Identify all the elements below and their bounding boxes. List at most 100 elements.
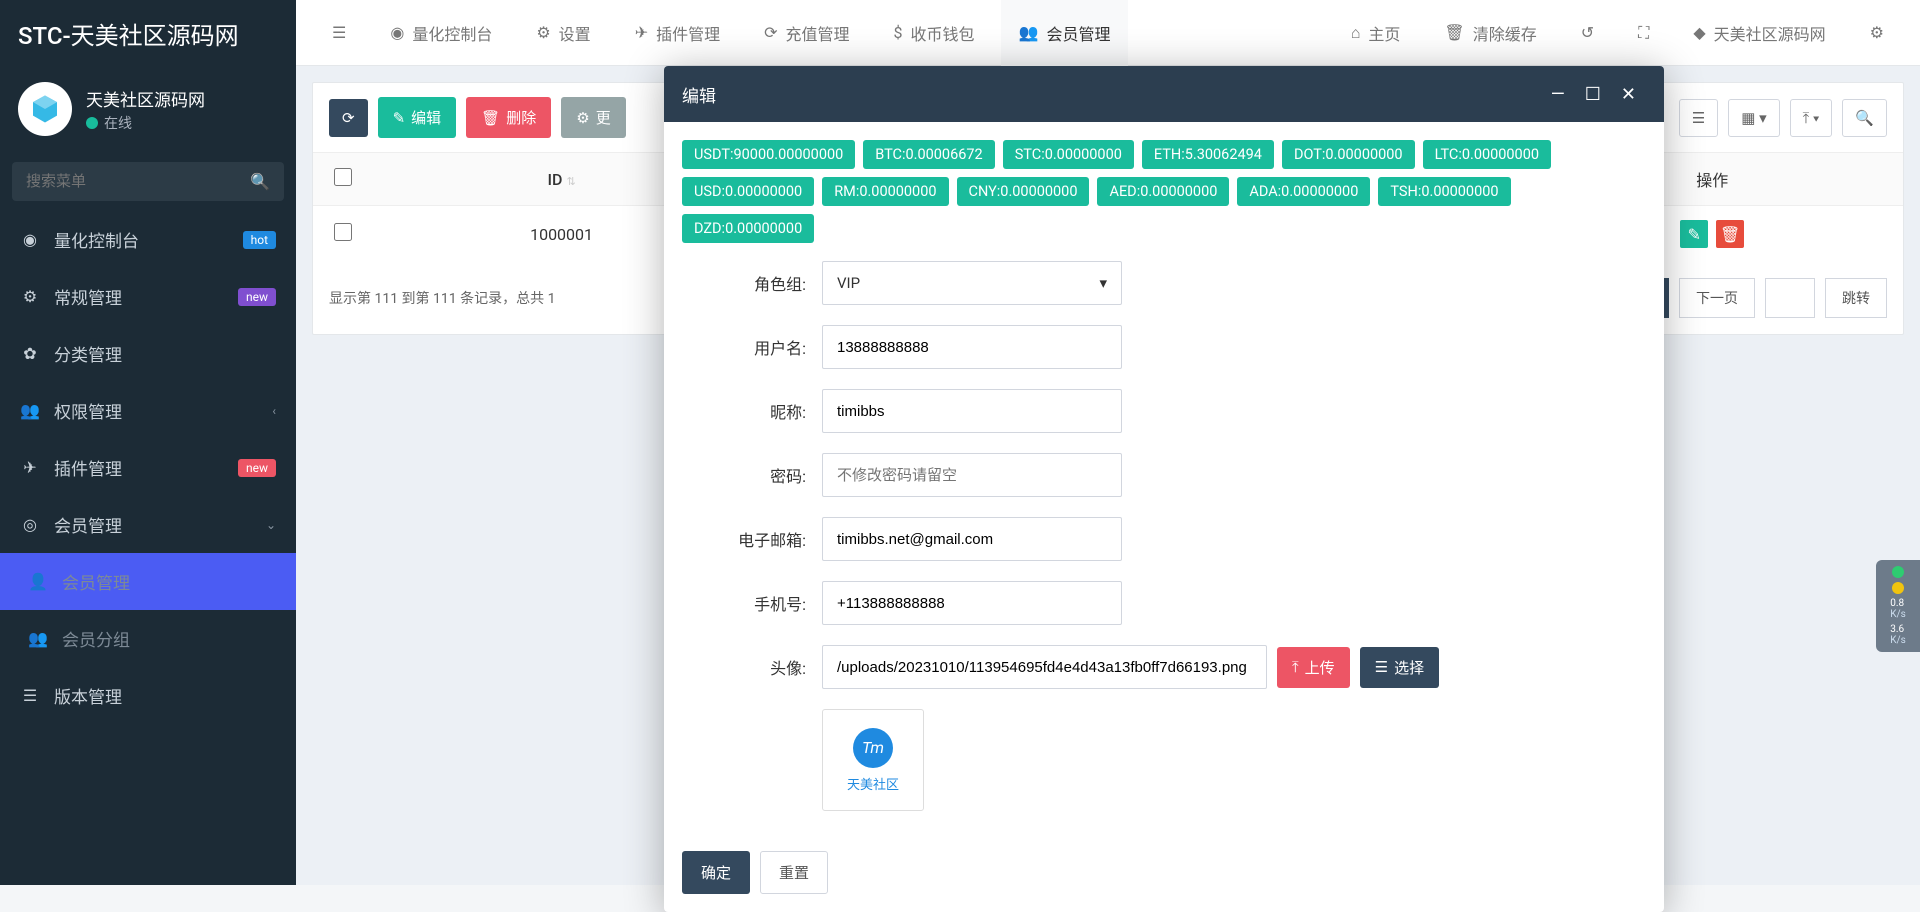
more-button[interactable]: ⚙ 更: [561, 97, 625, 138]
search-button[interactable]: 🔍: [1842, 99, 1887, 137]
topbar-label: 清除缓存: [1473, 21, 1537, 45]
topbar-right-主页[interactable]: ⌂主页: [1333, 0, 1419, 66]
sidebar-item-常规管理[interactable]: ⚙常规管理new: [0, 268, 296, 325]
label-password: 密码:: [682, 463, 822, 487]
sidebar-subitem-会员分组[interactable]: 👥会员分组: [0, 610, 296, 667]
balance-tag: USDT:90000.00000000: [682, 140, 855, 169]
row-delete-button[interactable]: 🗑: [1716, 220, 1744, 248]
sidebar-subitem-会员管理[interactable]: 👤会员管理: [0, 553, 296, 610]
sidebar-item-会员管理[interactable]: ◎会员管理⌄: [0, 496, 296, 553]
modal-title: 编辑: [682, 82, 1541, 107]
balance-tag: ETH:5.30062494: [1142, 140, 1274, 169]
avatar-preview: Tm 天美社区: [822, 709, 924, 811]
brand-title: STC-天美社区源码网: [0, 0, 296, 66]
stat-dot-green: [1892, 566, 1904, 578]
row-edit-button[interactable]: ✎: [1680, 220, 1708, 248]
page-input[interactable]: [1765, 278, 1815, 318]
topbar-right-天美社区源码网[interactable]: ◆ 天美社区源码网: [1675, 0, 1843, 66]
sidebar-item-分类管理[interactable]: ✿分类管理: [0, 325, 296, 382]
balance-tag: CNY:0.00000000: [957, 177, 1090, 206]
content: ⟳ ✎ 编辑 🗑 删除 ⚙ 更 ☰ ▦ ▾ ⤒ ▾ 🔍 ID ⇅: [296, 66, 1920, 885]
nickname-input[interactable]: [822, 389, 1122, 433]
jump-button[interactable]: 跳转: [1825, 278, 1887, 318]
nav-icon: 👥: [28, 629, 48, 648]
nav-label: 分类管理: [54, 341, 276, 366]
balance-tag: STC:0.00000000: [1003, 140, 1134, 169]
nav-label: 插件管理: [54, 455, 224, 480]
topbar-icon: ◆: [1693, 23, 1705, 42]
user-panel: 天美社区源码网 在线: [0, 66, 296, 152]
label-avatar: 头像:: [682, 655, 822, 679]
label-phone: 手机号:: [682, 591, 822, 615]
sidebar-item-插件管理[interactable]: ✈插件管理new: [0, 439, 296, 496]
topbar-icon: ✈: [635, 23, 648, 42]
sidebar-item-版本管理[interactable]: ☰ 版本管理: [0, 667, 296, 724]
preview-logo-icon: Tm: [853, 728, 893, 768]
topbar-icon: ↺: [1581, 23, 1594, 42]
topbar-item-收币钱包[interactable]: $ 收币钱包: [876, 0, 993, 66]
label-nickname: 昵称:: [682, 399, 822, 423]
topbar-right-icon[interactable]: ↺: [1563, 0, 1612, 66]
select-button[interactable]: ☰ 选择: [1360, 647, 1439, 688]
topbar-item-量化控制台[interactable]: ◉量化控制台: [372, 0, 510, 66]
close-icon[interactable]: ✕: [1611, 84, 1646, 105]
topbar-label: 收币钱包: [911, 21, 975, 45]
topbar-item-会员管理[interactable]: 👥会员管理: [1001, 0, 1129, 66]
username-input[interactable]: [822, 325, 1122, 369]
role-select[interactable]: VIP▾: [822, 261, 1122, 305]
grid-toggle-button[interactable]: ▦ ▾: [1728, 99, 1779, 137]
topbar-icon: $: [894, 23, 903, 42]
nav-icon: ✈: [20, 458, 40, 477]
topbar-item-menu[interactable]: ☰: [314, 0, 364, 66]
topbar-icon: ⟳: [764, 23, 777, 42]
upload-button[interactable]: ⤒ 上传: [1277, 647, 1350, 688]
balance-tag: USD:0.00000000: [682, 177, 814, 206]
balance-tag: DZD:0.00000000: [682, 214, 814, 243]
password-input[interactable]: [822, 453, 1122, 497]
balance-tag: AED:0.00000000: [1097, 177, 1229, 206]
topbar-icon: ⚙: [536, 23, 550, 42]
row-checkbox[interactable]: [334, 223, 352, 241]
select-all-checkbox[interactable]: [334, 168, 352, 186]
nav-label: 权限管理: [54, 398, 258, 423]
label-role: 角色组:: [682, 271, 822, 295]
reset-button[interactable]: 重置: [760, 851, 828, 894]
topbar-item-设置[interactable]: ⚙设置: [518, 0, 608, 66]
topbar-right-清除缓存[interactable]: 🗑清除缓存: [1426, 0, 1554, 66]
topbar-right-icon[interactable]: ⚙: [1852, 0, 1902, 66]
list-toggle-button[interactable]: ☰: [1679, 99, 1718, 137]
topbar-item-插件管理[interactable]: ✈插件管理: [617, 0, 738, 66]
topbar-label: 天美社区源码网: [1714, 21, 1826, 45]
topbar-item-充值管理[interactable]: ⟳充值管理: [746, 0, 867, 66]
email-input[interactable]: [822, 517, 1122, 561]
phone-input[interactable]: [822, 581, 1122, 625]
nav-label: 版本管理: [54, 683, 276, 708]
export-button[interactable]: ⤒ ▾: [1790, 99, 1833, 137]
next-page-button[interactable]: 下一页: [1679, 278, 1755, 318]
delete-button[interactable]: 🗑 删除: [466, 97, 551, 138]
label-email: 电子邮箱:: [682, 527, 822, 551]
online-icon: [86, 117, 98, 129]
topbar-right-icon[interactable]: ⛶: [1620, 0, 1667, 66]
topbar-icon: 👥: [1019, 23, 1039, 42]
nav-label: 常规管理: [54, 284, 224, 309]
topbar-icon: ☰: [332, 23, 346, 42]
sidebar-search[interactable]: 🔍: [12, 162, 284, 201]
balance-tag: BTC:0.00006672: [863, 140, 994, 169]
edit-button[interactable]: ✎ 编辑: [378, 97, 457, 138]
chevron-icon: ‹: [272, 404, 276, 418]
search-input[interactable]: [26, 173, 250, 190]
search-icon[interactable]: 🔍: [250, 172, 270, 191]
sidebar-item-权限管理[interactable]: 👥 权限管理 ‹: [0, 382, 296, 439]
ok-button[interactable]: 确定: [682, 851, 750, 894]
stat-dot-yellow: [1892, 582, 1904, 594]
nav-icon: 👥: [20, 401, 40, 420]
sidebar-item-量化控制台[interactable]: ◉量化控制台hot: [0, 211, 296, 268]
topbar-label: 主页: [1368, 21, 1400, 45]
minimize-icon[interactable]: —: [1541, 84, 1575, 105]
maximize-icon[interactable]: ☐: [1575, 84, 1611, 105]
avatar-input[interactable]: [822, 645, 1267, 689]
topbar-icon: ⛶: [1638, 23, 1649, 43]
nav-icon: ☰: [20, 686, 40, 705]
refresh-button[interactable]: ⟳: [329, 99, 368, 137]
